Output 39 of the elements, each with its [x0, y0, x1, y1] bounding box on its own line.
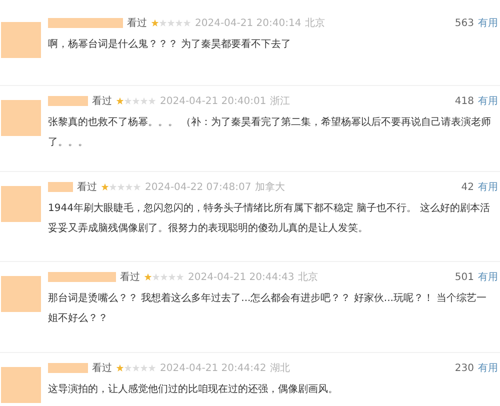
watch-status: 看过: [127, 16, 147, 30]
review-time: 2024-04-21 20:44:42: [160, 362, 266, 374]
review-location: 北京: [298, 270, 318, 284]
avatar: [1, 276, 41, 312]
useful-link[interactable]: 有用: [478, 180, 498, 194]
watch-status: 看过: [92, 94, 112, 108]
review-text: 啊，杨幂台词是什么鬼？？？ 为了秦昊都要看不下去了: [48, 38, 292, 52]
useful-link[interactable]: 有用: [478, 270, 498, 284]
review-location: 湖北: [270, 362, 290, 375]
review-location: 加拿大: [255, 180, 286, 194]
review-text: 张黎真的也救不了杨幂。。。 （补：为了秦昊看完了第二集，希望杨幂以后不要再说自己请表演老师了。。。: [48, 116, 492, 150]
useful-link[interactable]: 有用: [478, 16, 498, 30]
avatar: [1, 100, 41, 136]
review-text: 那台词是烫嘴么？？ 我想着这么多年过去了...怎么都会有进步吧？？ 好家伙...玩呢？！ 当个综艺一姐不好么？？: [48, 292, 488, 326]
review-time: 2024-04-21 20:40:14: [195, 18, 302, 28]
watch-status: 看过: [120, 270, 140, 284]
review-text: 这导演拍的，让人感觉他们过的比咱现在过的还强，偶像剧画风。: [48, 382, 339, 397]
watch-status: 看过: [92, 362, 112, 375]
avatar: [1, 22, 41, 58]
avatar: [1, 186, 41, 222]
redaction-bar: [48, 363, 88, 373]
review-location: 浙江: [270, 94, 290, 108]
review-time: 2024-04-21 20:40:01: [160, 96, 266, 106]
vote-count: 418: [454, 96, 474, 106]
vote-count: 230: [454, 362, 474, 374]
redaction-bar: [48, 96, 88, 106]
vote-count: 42: [461, 182, 474, 192]
watch-status: 看过: [77, 180, 97, 194]
review-time: 2024-04-21 20:44:43: [188, 272, 294, 282]
redaction-bar: [48, 272, 116, 282]
review-time: 2024-04-22 07:48:07: [145, 182, 252, 192]
review-location: 北京: [305, 16, 326, 30]
redaction-bar: [48, 182, 73, 192]
review-text: 1944年刷大眼睫毛，忽闪忽闪的，特务头子情绪比所有属下都不稳定 脑子也不行。 这么好的剧本活妥妥又弄成脑残偶像剧了。很努力的表现聪明的傻劲儿真的是让人发笑。: [48, 202, 491, 236]
useful-link[interactable]: 有用: [478, 94, 498, 108]
avatar: [1, 367, 41, 403]
vote-count: 501: [454, 272, 474, 282]
useful-link[interactable]: 有用: [478, 361, 498, 375]
vote-count: 563: [454, 18, 474, 28]
